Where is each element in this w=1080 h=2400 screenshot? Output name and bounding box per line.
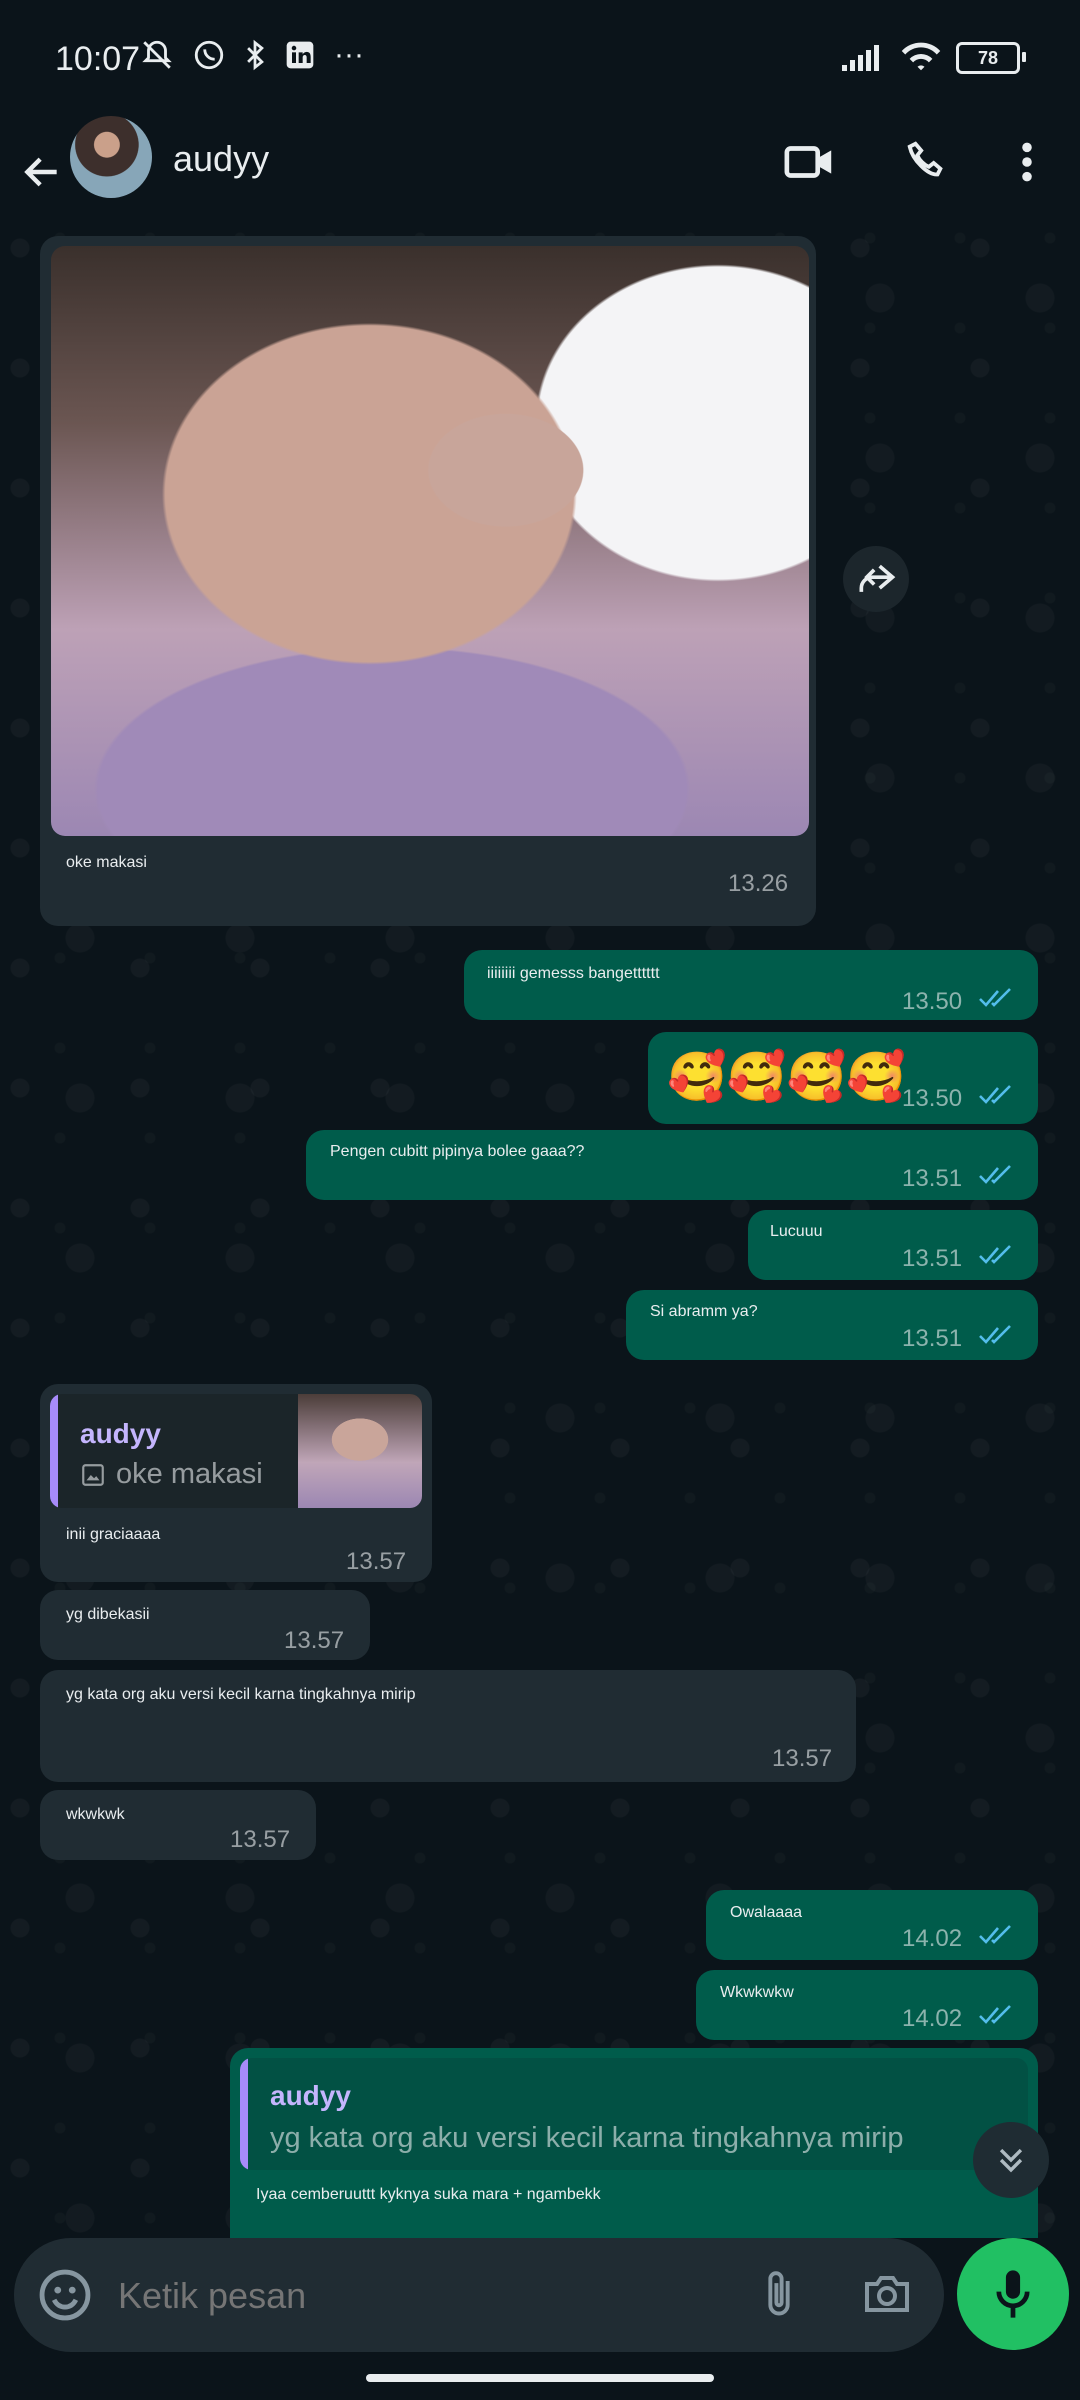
status-time: 10:07: [55, 40, 141, 78]
read-ticks-icon: [979, 1245, 1011, 1264]
message-text: oke makasi: [66, 854, 147, 871]
quote-thumbnail: [298, 1394, 422, 1508]
message-time: 13.50: [902, 1085, 963, 1112]
message-time: 14.02: [902, 1925, 963, 1952]
system-nav-bar: [0, 2352, 1080, 2400]
message-text: Si abramm ya?: [650, 1303, 758, 1320]
camera-button[interactable]: [855, 2264, 919, 2324]
message-time: 13.57: [230, 1826, 291, 1853]
voice-call-button[interactable]: [896, 132, 956, 192]
quote-bar: [50, 1394, 58, 1508]
quote-text: yg kata org aku versi kecil karna tingka…: [270, 2122, 904, 2154]
message-text: Iyaa cemberuuttt kyknya suka mara + ngam…: [256, 2186, 601, 2203]
paperclip-icon: [768, 2271, 790, 2316]
notification-icons: ···: [140, 38, 364, 72]
read-ticks-icon: [979, 1165, 1011, 1184]
read-ticks-icon: [979, 1085, 1011, 1104]
avatar[interactable]: [70, 116, 152, 198]
message-text: Owalaaaa: [730, 1904, 803, 1921]
attach-button[interactable]: [749, 2264, 809, 2324]
message-time: 13.51: [902, 1245, 963, 1272]
message-time: 13.57: [772, 1745, 833, 1772]
linkedin-icon: [286, 41, 314, 69]
message-bubble-outgoing[interactable]: [626, 1290, 1038, 1360]
status-bar: 10:07 ··· 78: [0, 0, 1080, 120]
read-ticks-icon: [979, 2005, 1011, 2024]
more-notifications-icon: ···: [334, 38, 364, 71]
reply-quote[interactable]: audyy oke makasi: [50, 1394, 422, 1508]
microphone-icon: [996, 2270, 1030, 2318]
bell-off-icon: [142, 40, 172, 69]
image-icon: [82, 1464, 104, 1486]
shared-photo[interactable]: [51, 246, 809, 836]
message-composer: [14, 2238, 944, 2352]
message-time: 14.02: [902, 2005, 963, 2032]
voice-message-button[interactable]: [957, 2238, 1069, 2350]
battery-icon: 78: [956, 42, 1026, 74]
message-text: iiiiiiii gemesss bangetttttt: [487, 965, 660, 982]
more-vertical-icon: [1022, 142, 1032, 182]
back-button[interactable]: [18, 140, 66, 204]
camera-icon: [865, 2276, 909, 2312]
arrow-left-icon: [24, 157, 57, 187]
message-text: wkwkwk: [66, 1806, 125, 1823]
message-time: 13.26: [728, 870, 789, 897]
message-text: yg dibekasii: [66, 1606, 150, 1623]
message-text: Lucuuu: [770, 1223, 823, 1240]
message-time: 13.57: [346, 1548, 407, 1575]
read-ticks-icon: [979, 988, 1011, 1007]
message-text: Pengen cubitt pipinya bolee gaaa??: [330, 1143, 585, 1160]
double-chevron-down-icon: [999, 2148, 1023, 2173]
video-camera-icon: [784, 146, 832, 178]
quote-text: oke makasi: [116, 1458, 263, 1490]
overflow-menu-button[interactable]: [997, 132, 1057, 192]
emoji-icon[interactable]: [36, 2266, 94, 2324]
quote-author: audyy: [80, 1418, 161, 1449]
message-emoji-text: 🥰🥰🥰🥰: [667, 1051, 907, 1104]
message-text: yg kata org aku versi kecil karna tingka…: [66, 1686, 416, 1703]
reply-quote[interactable]: audyy yg kata org aku versi kecil karna …: [240, 2058, 1028, 2170]
scroll-to-bottom-button[interactable]: [973, 2122, 1049, 2198]
message-text: inii graciaaaa: [66, 1526, 161, 1543]
bluetooth-icon: [247, 39, 264, 71]
phone-icon: [907, 141, 943, 177]
message-time: 13.51: [902, 1325, 963, 1352]
read-ticks-icon: [979, 1325, 1011, 1344]
message-time: 13.50: [902, 988, 963, 1015]
whatsapp-icon: [194, 40, 224, 70]
read-ticks-icon: [979, 1925, 1011, 1944]
forward-button[interactable]: [843, 546, 909, 612]
message-input[interactable]: [116, 2274, 720, 2318]
message-text: Wkwkwkw: [720, 1984, 794, 2001]
message-time: 13.51: [902, 1165, 963, 1192]
quote-author: audyy: [270, 2080, 351, 2111]
battery-level: 78: [977, 47, 999, 68]
video-call-button[interactable]: [780, 132, 840, 192]
wifi-icon: [901, 42, 941, 71]
forward-icon: [859, 564, 896, 592]
quote-bar: [240, 2058, 248, 2170]
contact-name[interactable]: audyy: [173, 138, 269, 180]
signal-icon: [842, 45, 879, 71]
home-gesture-handle[interactable]: [366, 2374, 714, 2382]
message-time: 13.57: [284, 1627, 345, 1654]
